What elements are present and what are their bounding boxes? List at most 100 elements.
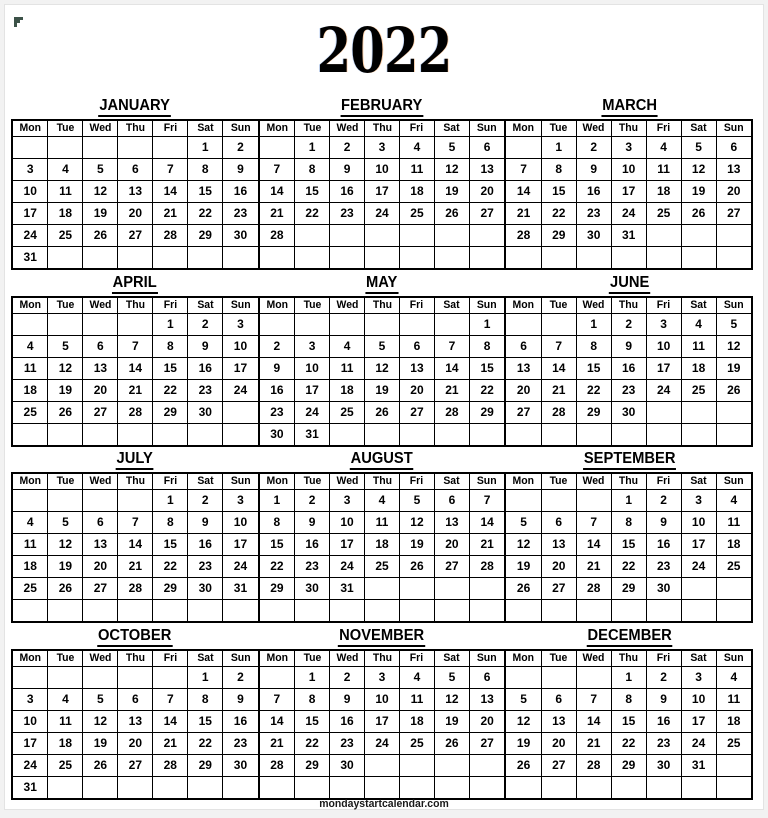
day-cell[interactable]: 12	[433, 687, 470, 711]
day-cell[interactable]: 29	[575, 400, 612, 424]
day-cell[interactable]: 25	[13, 576, 49, 600]
day-cell[interactable]: 7	[117, 334, 154, 358]
day-cell[interactable]: 27	[506, 400, 542, 424]
day-cell[interactable]: 27	[433, 554, 470, 578]
day-cell[interactable]: 13	[506, 356, 542, 380]
day-cell[interactable]: 19	[433, 179, 470, 203]
day-cell[interactable]: 15	[259, 532, 296, 556]
day-cell[interactable]: 7	[259, 157, 296, 181]
day-cell[interactable]: 5	[433, 135, 470, 159]
day-cell[interactable]: 7	[575, 510, 612, 534]
day-cell[interactable]: 28	[433, 400, 470, 424]
day-cell[interactable]: 24	[222, 378, 258, 402]
day-cell[interactable]: 11	[680, 334, 717, 358]
day-cell[interactable]: 1	[294, 135, 331, 159]
day-cell[interactable]: 4	[680, 312, 717, 336]
day-cell[interactable]: 7	[540, 334, 577, 358]
day-cell[interactable]: 26	[433, 201, 470, 225]
day-cell[interactable]: 30	[610, 400, 647, 424]
day-cell[interactable]: 22	[575, 378, 612, 402]
day-cell[interactable]: 1	[259, 488, 296, 512]
day-cell[interactable]: 23	[645, 554, 682, 578]
day-cell[interactable]: 9	[259, 356, 296, 380]
day-cell[interactable]: 6	[117, 687, 154, 711]
day-cell[interactable]: 15	[187, 709, 224, 733]
day-cell[interactable]: 10	[329, 510, 366, 534]
day-cell[interactable]: 27	[82, 576, 119, 600]
day-cell[interactable]: 26	[47, 576, 84, 600]
day-cell[interactable]: 4	[398, 135, 435, 159]
day-cell[interactable]: 22	[610, 731, 647, 755]
day-cell[interactable]: 22	[187, 731, 224, 755]
day-cell[interactable]: 22	[259, 554, 296, 578]
day-cell[interactable]: 6	[398, 334, 435, 358]
day-cell[interactable]: 22	[540, 201, 577, 225]
day-cell[interactable]: 10	[364, 687, 400, 711]
day-cell[interactable]: 22	[152, 378, 189, 402]
day-cell[interactable]: 8	[294, 687, 331, 711]
day-cell[interactable]: 19	[433, 709, 470, 733]
day-cell[interactable]: 27	[715, 201, 752, 225]
day-cell[interactable]: 13	[117, 709, 154, 733]
day-cell[interactable]: 4	[645, 135, 682, 159]
day-cell[interactable]: 20	[117, 201, 154, 225]
day-cell[interactable]: 7	[117, 510, 154, 534]
day-cell[interactable]: 9	[329, 687, 366, 711]
day-cell[interactable]: 19	[680, 179, 717, 203]
day-cell[interactable]: 14	[506, 179, 542, 203]
day-cell[interactable]: 23	[294, 554, 331, 578]
day-cell[interactable]: 18	[645, 179, 682, 203]
day-cell[interactable]: 29	[610, 576, 647, 600]
day-cell[interactable]: 4	[398, 665, 435, 689]
day-cell[interactable]: 24	[680, 731, 717, 755]
day-cell[interactable]: 12	[47, 532, 84, 556]
day-cell[interactable]: 8	[540, 157, 577, 181]
day-cell[interactable]: 30	[645, 753, 682, 777]
day-cell[interactable]: 19	[715, 356, 752, 380]
day-cell[interactable]: 1	[540, 135, 577, 159]
day-cell[interactable]: 29	[187, 753, 224, 777]
day-cell[interactable]: 2	[294, 488, 331, 512]
day-cell[interactable]: 29	[152, 400, 189, 424]
day-cell[interactable]: 23	[329, 201, 366, 225]
day-cell[interactable]: 16	[575, 179, 612, 203]
day-cell[interactable]: 3	[13, 687, 49, 711]
day-cell[interactable]: 2	[222, 665, 258, 689]
day-cell[interactable]: 11	[329, 356, 366, 380]
day-cell[interactable]: 11	[47, 709, 84, 733]
day-cell[interactable]: 27	[82, 400, 119, 424]
day-cell[interactable]: 4	[715, 488, 752, 512]
day-cell[interactable]: 24	[680, 554, 717, 578]
day-cell[interactable]: 11	[13, 532, 49, 556]
day-cell[interactable]: 2	[222, 135, 258, 159]
day-cell[interactable]: 10	[294, 356, 331, 380]
day-cell[interactable]: 27	[117, 223, 154, 247]
day-cell[interactable]: 29	[152, 576, 189, 600]
day-cell[interactable]: 5	[47, 334, 84, 358]
day-cell[interactable]: 29	[294, 753, 331, 777]
day-cell[interactable]: 22	[152, 554, 189, 578]
day-cell[interactable]: 3	[294, 334, 331, 358]
day-cell[interactable]: 14	[117, 532, 154, 556]
day-cell[interactable]: 8	[152, 510, 189, 534]
day-cell[interactable]: 21	[575, 554, 612, 578]
day-cell[interactable]: 9	[294, 510, 331, 534]
day-cell[interactable]: 28	[468, 554, 505, 578]
day-cell[interactable]: 22	[468, 378, 505, 402]
day-cell[interactable]: 8	[575, 334, 612, 358]
day-cell[interactable]: 29	[610, 753, 647, 777]
day-cell[interactable]: 1	[152, 488, 189, 512]
day-cell[interactable]: 16	[222, 179, 258, 203]
day-cell[interactable]: 10	[680, 687, 717, 711]
day-cell[interactable]: 10	[680, 510, 717, 534]
day-cell[interactable]: 3	[364, 135, 400, 159]
day-cell[interactable]: 2	[329, 135, 366, 159]
day-cell[interactable]: 18	[47, 201, 84, 225]
day-cell[interactable]: 30	[259, 422, 296, 445]
day-cell[interactable]: 6	[82, 334, 119, 358]
day-cell[interactable]: 1	[187, 135, 224, 159]
day-cell[interactable]: 20	[468, 709, 505, 733]
day-cell[interactable]: 25	[329, 400, 366, 424]
day-cell[interactable]: 13	[468, 157, 505, 181]
day-cell[interactable]: 23	[610, 378, 647, 402]
